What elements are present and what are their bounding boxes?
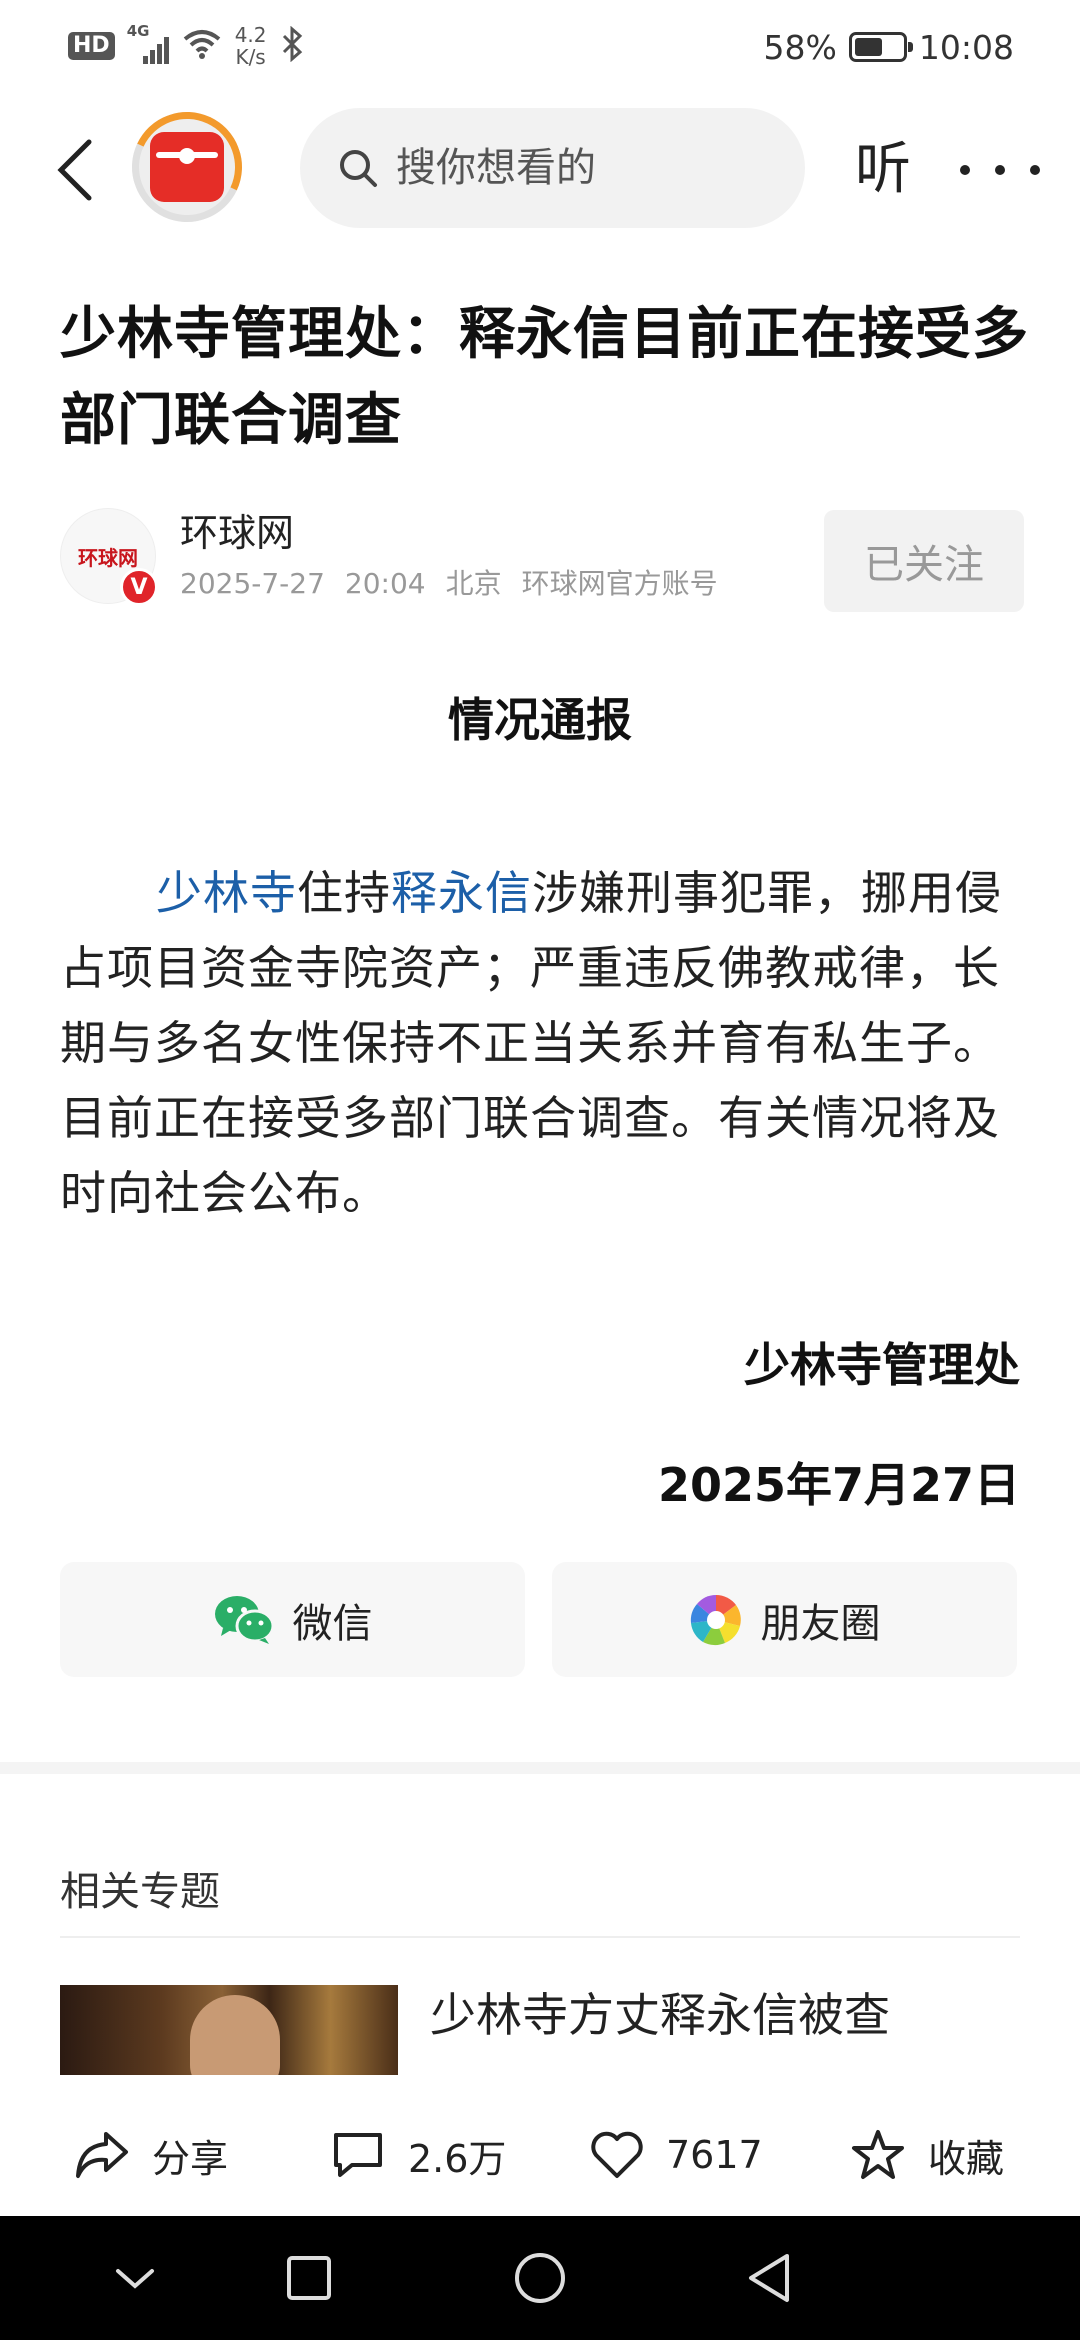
square-icon	[287, 2256, 331, 2300]
hide-nav-button[interactable]	[105, 2248, 165, 2308]
signature-date: 2025年7月27日	[657, 1458, 1020, 1512]
signature-org: 少林寺管理处	[744, 1338, 1020, 1392]
status-left: HD 4G 4.2 K/s	[68, 20, 303, 72]
hd-badge: HD	[68, 32, 115, 60]
app-logo-button[interactable]	[116, 96, 258, 238]
listen-button[interactable]: 听	[855, 120, 911, 220]
bluetooth-icon	[281, 25, 303, 66]
publish-date: 2025-7-27	[180, 567, 325, 600]
home-button[interactable]	[510, 2248, 570, 2308]
comment-count: 2.6万	[408, 2136, 507, 2181]
wechat-icon	[214, 1595, 274, 1644]
like-action-button[interactable]: 7617	[590, 2095, 763, 2215]
more-options-icon[interactable]	[960, 140, 1040, 200]
share-action-button[interactable]: 分享	[74, 2095, 228, 2215]
search-input[interactable]	[396, 145, 776, 191]
speed-unit: K/s	[235, 45, 266, 69]
search-icon	[340, 150, 377, 187]
author-name[interactable]: 环球网	[180, 508, 294, 558]
author-meta: 2025-7-27 20:04 北京 环球网官方账号	[180, 566, 718, 602]
clock: 10:08	[918, 27, 1014, 67]
follow-button[interactable]: 已关注	[824, 510, 1024, 612]
body-text: 住持	[297, 866, 391, 920]
related-topics-label: 相关专题	[60, 1869, 220, 1915]
network-type: 4G	[126, 22, 150, 40]
battery-percent: 58%	[763, 27, 837, 67]
comment-icon	[334, 2133, 382, 2177]
cellular-signal-icon: 4G	[127, 22, 169, 64]
collect-action-button[interactable]: 收藏	[850, 2095, 1004, 2215]
avatar-logo-text: 环球网	[78, 545, 138, 570]
wifi-icon	[183, 29, 221, 63]
red-envelope-icon	[150, 132, 224, 202]
author-row: 环球网 V 环球网 2025-7-27 20:04 北京 环球网官方账号 已关注	[60, 508, 1024, 612]
network-speed: 4.2 K/s	[235, 24, 267, 68]
share-wechat-button[interactable]: 微信	[60, 1562, 525, 1677]
search-bar[interactable]	[300, 108, 805, 228]
battery-level	[854, 38, 882, 56]
recent-apps-button[interactable]	[279, 2248, 339, 2308]
like-count: 7617	[666, 2133, 763, 2177]
related-thumbnail[interactable]	[60, 1985, 398, 2075]
verified-badge-icon: V	[120, 568, 158, 606]
article-body: 少林寺住持释永信涉嫌刑事犯罪，挪用侵占项目资金寺院资产；严重违反佛教戒律，长期与…	[60, 856, 1025, 1231]
back-arrow-icon	[57, 139, 92, 201]
star-icon	[852, 2130, 904, 2179]
comment-action-button[interactable]: 2.6万	[330, 2095, 506, 2215]
article-title: 少林寺管理处：释永信目前正在接受多部门联合调查	[60, 302, 1029, 453]
publish-location: 北京	[445, 567, 502, 600]
related-divider	[60, 1936, 1020, 1938]
status-bar: HD 4G 4.2 K/s 58% 10:08	[0, 0, 1080, 92]
heart-icon	[591, 2131, 643, 2178]
notice-heading: 情况通报	[448, 693, 632, 747]
share-action-label: 分享	[152, 2136, 229, 2181]
collect-label: 收藏	[928, 2136, 1005, 2181]
chevron-down-icon	[116, 2269, 154, 2289]
keyword-link-shiyongxin[interactable]: 释永信	[391, 866, 532, 920]
share-arrow-icon	[76, 2132, 128, 2178]
related-topic-title[interactable]: 少林寺方丈释永信被查	[430, 1985, 890, 2045]
section-divider	[0, 1762, 1080, 1774]
system-back-button[interactable]	[739, 2248, 799, 2308]
thumbnail-figure	[190, 1995, 280, 2075]
publish-time: 20:04	[344, 567, 426, 600]
share-moments-button[interactable]: 朋友圈	[552, 1562, 1017, 1677]
account-type: 环球网官方账号	[521, 567, 718, 600]
share-moments-label: 朋友圈	[760, 1600, 881, 1647]
moments-aperture-icon	[690, 1594, 741, 1645]
top-nav: 听	[0, 96, 1080, 240]
home-circle-icon	[515, 2253, 565, 2303]
battery-icon	[848, 32, 913, 62]
speed-value: 4.2	[234, 23, 267, 47]
share-wechat-label: 微信	[292, 1600, 373, 1647]
triangle-back-icon	[749, 2254, 789, 2302]
status-right: 58% 10:08	[764, 22, 1014, 72]
system-nav-bar	[0, 2216, 1080, 2340]
back-button[interactable]	[40, 130, 110, 210]
keyword-link-shaolin[interactable]: 少林寺	[156, 866, 297, 920]
bottom-action-bar: 分享 2.6万 7617 收藏	[0, 2095, 1080, 2215]
